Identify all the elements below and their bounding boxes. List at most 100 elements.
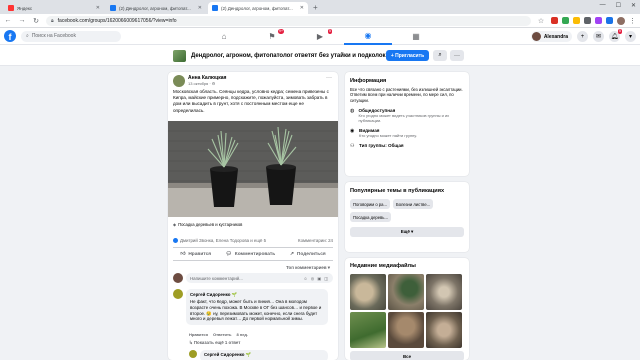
gaming-icon: ▦ bbox=[412, 32, 420, 41]
messenger-button[interactable]: ✉ bbox=[593, 31, 604, 42]
comment-time[interactable]: 8 нед. bbox=[236, 332, 248, 337]
comment-meta: Нравится Ответить 8 нед. bbox=[189, 332, 248, 337]
profile-button[interactable]: Alexandra bbox=[530, 31, 572, 42]
tab-label: (2) Дендролог, агроном, фитопат... bbox=[221, 5, 293, 11]
comment-author[interactable]: Сергей Сидоренко 🌱 bbox=[190, 292, 324, 298]
topics-more-button[interactable]: Ещё ▾ bbox=[350, 227, 464, 237]
facebook-header: f ⌕ Поиск на Facebook ⌂ ⚑ 9+ ▶ 5 ◉ ▦ Alexa… bbox=[0, 28, 640, 45]
post-date[interactable]: 13 октября · ⚙ bbox=[188, 81, 215, 86]
share-button[interactable]: ↗ Поделиться bbox=[290, 252, 326, 257]
profile-avatar[interactable] bbox=[617, 16, 625, 25]
emoji-camera-gif-sticker-icons[interactable]: ☺ ◎ ▣ ◫ bbox=[304, 276, 329, 281]
group-search-button[interactable]: ⌕ bbox=[433, 50, 447, 61]
avatar[interactable] bbox=[173, 289, 183, 299]
nav-watch[interactable]: ▶ 5 bbox=[296, 28, 344, 45]
search-input[interactable]: ⌕ Поиск на Facebook bbox=[21, 30, 121, 42]
info-visibility-sub: Кто угодно может найти группу. bbox=[359, 133, 418, 139]
group-header: Дендролог, агроном, фитопатолог ответят … bbox=[0, 45, 640, 66]
extension-icon[interactable] bbox=[606, 17, 613, 24]
star-icon[interactable]: ☆ bbox=[537, 17, 545, 25]
home-icon: ⌂ bbox=[221, 32, 227, 41]
yandex-favicon-icon bbox=[8, 5, 14, 11]
close-icon[interactable]: ✕ bbox=[96, 5, 100, 11]
post-actions: 👍︎ Нравится 💬︎ Комментировать ↗ Поделиться bbox=[173, 247, 333, 261]
groups-icon: ◉ bbox=[364, 31, 372, 40]
topic-chip[interactable]: Болезни листве... bbox=[392, 199, 434, 209]
comment-reply-link[interactable]: Ответить bbox=[213, 332, 231, 337]
media-see-all-button[interactable]: Все bbox=[350, 351, 464, 360]
extension-icon[interactable] bbox=[562, 17, 569, 24]
extension-icon[interactable] bbox=[573, 17, 580, 24]
close-window-icon[interactable]: ✕ bbox=[631, 2, 636, 9]
tab-facebook-active[interactable]: (2) Дендролог, агроном, фитопат... ✕ bbox=[208, 2, 308, 14]
more-icon[interactable]: ··· bbox=[326, 75, 332, 81]
notification-badge: 5 bbox=[618, 29, 622, 34]
like-button[interactable]: 👍︎ Нравится bbox=[180, 252, 211, 257]
post-photo[interactable] bbox=[168, 121, 338, 217]
media-thumbnail[interactable] bbox=[388, 274, 424, 310]
notification-badge: 9+ bbox=[278, 29, 284, 34]
nav-home[interactable]: ⌂ bbox=[200, 28, 248, 45]
topic-chip[interactable]: Посадка деревь... bbox=[350, 212, 391, 222]
forward-icon[interactable]: → bbox=[18, 17, 26, 24]
comment-input[interactable]: Напишите комментарий... ☺ ◎ ▣ ◫ bbox=[186, 273, 333, 283]
minimize-icon[interactable]: — bbox=[600, 2, 606, 9]
share-label: Поделиться bbox=[296, 251, 326, 257]
search-placeholder: Поиск на Facebook bbox=[31, 33, 76, 39]
show-replies-link[interactable]: ↳ Показать ещё 1 ответ bbox=[189, 340, 240, 346]
tab-yandex[interactable]: Яндекс ✕ bbox=[4, 2, 104, 14]
extension-icon[interactable] bbox=[595, 17, 602, 24]
reload-icon[interactable]: ↻ bbox=[32, 17, 40, 25]
comment-composer: Напишите комментарий... ☺ ◎ ▣ ◫ bbox=[173, 273, 333, 283]
close-icon[interactable]: ✕ bbox=[300, 5, 304, 11]
facebook-favicon-icon bbox=[212, 5, 218, 11]
url-input[interactable]: 🔒︎ facebook.com/groups/1620066009617056/… bbox=[46, 15, 531, 26]
notifications-button[interactable]: 🔔︎ 5 bbox=[609, 29, 622, 42]
browser-menu-icon[interactable]: ⋮ bbox=[629, 17, 636, 25]
comment-placeholder: Напишите комментарий... bbox=[190, 275, 243, 281]
nav-groups[interactable]: ◉ bbox=[344, 28, 392, 45]
eye-icon: ◉ bbox=[350, 128, 355, 135]
reactions-summary[interactable]: Дмитрий Звонка, Елена Тодорова и ещё 5 bbox=[173, 238, 266, 244]
globe-icon: ◍ bbox=[350, 108, 355, 115]
post-topic-tag[interactable]: ◆ Посадка деревьев и кустарников bbox=[173, 222, 242, 227]
extension-icon[interactable] bbox=[584, 17, 591, 24]
popular-topics-card: Популярные темы в публикациях Поговорим … bbox=[345, 182, 469, 252]
account-menu-button[interactable]: ▾ bbox=[625, 31, 636, 42]
comment-like-link[interactable]: Нравится bbox=[189, 332, 208, 337]
maximize-icon[interactable]: ☐ bbox=[616, 2, 621, 9]
comment-button[interactable]: 💬︎ Комментировать bbox=[226, 252, 276, 257]
group-name[interactable]: Дендролог, агроном, фитопатолог ответят … bbox=[191, 53, 387, 59]
like-icon bbox=[173, 238, 178, 244]
invite-button[interactable]: + Пригласить bbox=[386, 50, 429, 61]
comment-icon: 💬︎ bbox=[225, 251, 232, 257]
close-icon[interactable]: ✕ bbox=[198, 5, 202, 11]
avatar[interactable] bbox=[173, 75, 185, 87]
back-icon[interactable]: ← bbox=[4, 17, 12, 24]
tab-facebook-1[interactable]: (2) Дендролог, агроном, фитопат... ✕ bbox=[106, 2, 206, 14]
info-type: ⚇ Тип группы: Общая bbox=[350, 143, 464, 149]
media-thumbnail[interactable] bbox=[426, 274, 462, 310]
nav-pages[interactable]: ⚑ 9+ bbox=[248, 28, 296, 45]
thumbs-up-icon: 👍︎ bbox=[180, 251, 186, 257]
media-thumbnail[interactable] bbox=[350, 312, 386, 348]
comment-sort-dropdown[interactable]: Топ комментариев ▾ bbox=[286, 265, 330, 271]
media-title: Недавние медиафайлы bbox=[350, 263, 416, 269]
facebook-logo-icon[interactable]: f bbox=[4, 30, 16, 42]
create-button[interactable]: + bbox=[577, 31, 588, 42]
topic-chip[interactable]: Поговорим о ра... bbox=[350, 199, 390, 209]
reply-author[interactable]: Сергей Сидоренко 🌱 bbox=[204, 352, 324, 358]
header-right: Alexandra + ✉ 🔔︎ 5 ▾ bbox=[530, 29, 636, 42]
media-thumbnail[interactable] bbox=[388, 312, 424, 348]
media-thumbnail[interactable] bbox=[350, 274, 386, 310]
avatar[interactable] bbox=[189, 350, 197, 358]
group-thumbnail[interactable] bbox=[173, 50, 186, 62]
media-thumbnail[interactable] bbox=[426, 312, 462, 348]
info-title: Информация bbox=[350, 78, 387, 84]
new-tab-icon[interactable]: + bbox=[313, 3, 318, 12]
post-text: Московская область. Сеянцы кедра, условн… bbox=[173, 89, 329, 113]
nav-gaming[interactable]: ▦ bbox=[392, 28, 440, 45]
group-more-button[interactable]: ··· bbox=[450, 50, 464, 61]
comments-count[interactable]: Комментарии: 24 bbox=[298, 238, 333, 243]
extension-icon[interactable] bbox=[551, 17, 558, 24]
